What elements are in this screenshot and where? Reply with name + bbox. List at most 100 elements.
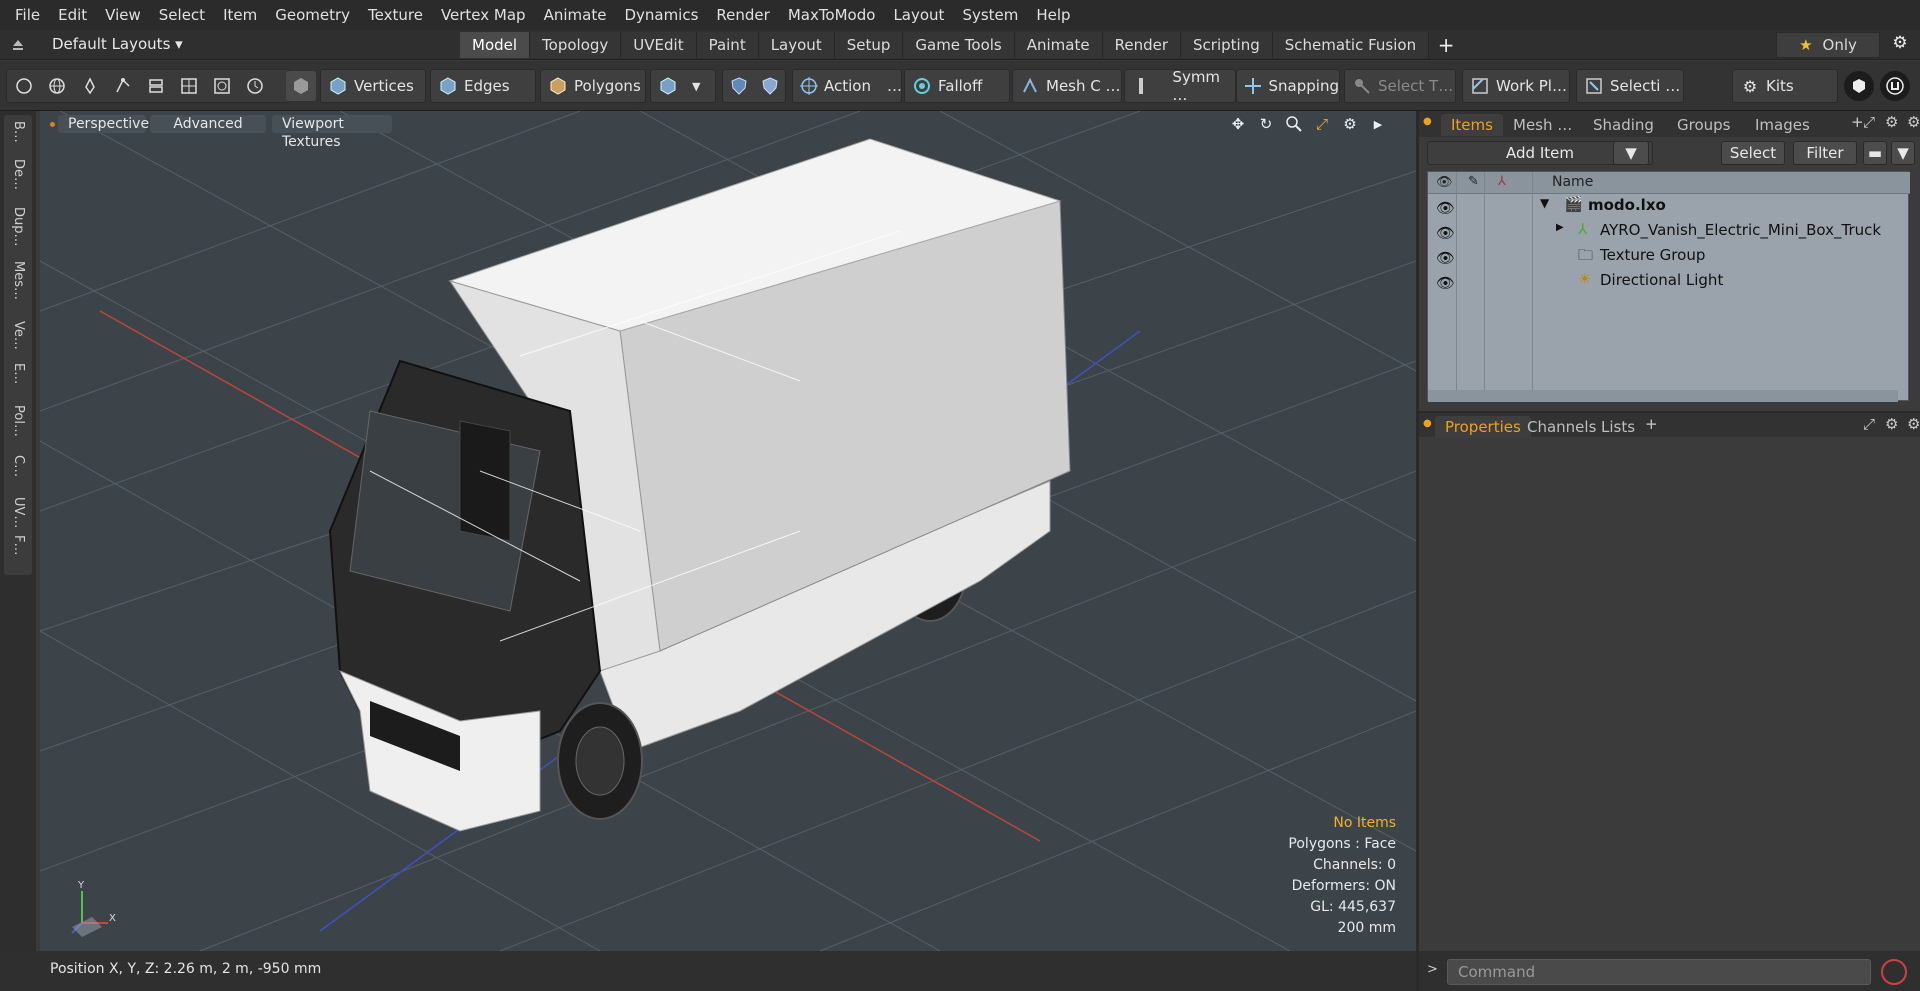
selection-sets-button[interactable]: Selecti … xyxy=(1576,69,1684,103)
falloff-button[interactable]: Falloff xyxy=(904,69,1010,103)
left-tab-mesh-edit[interactable]: Mes… xyxy=(4,261,32,300)
menu-help[interactable]: Help xyxy=(1027,0,1079,30)
expand-arrow-icon[interactable]: ▶ xyxy=(1556,222,1564,233)
type-column-icon[interactable]: ⅄ xyxy=(1498,174,1506,189)
collapse-icon[interactable]: ▬ xyxy=(1863,141,1887,165)
tab-lists[interactable]: Lists xyxy=(1591,416,1645,438)
menu-system[interactable]: System xyxy=(953,0,1027,30)
command-input[interactable]: Command xyxy=(1447,959,1871,985)
menu-item[interactable]: Item xyxy=(214,0,266,30)
left-tab-vertex[interactable]: Ve… xyxy=(4,321,32,350)
left-tab-fusion[interactable]: F… xyxy=(4,535,32,555)
list-item-scene[interactable]: 👁 ▼ 🎬 modo.lxo xyxy=(1428,194,1898,219)
left-tab-basic[interactable]: B… xyxy=(4,121,32,143)
select-through-button[interactable]: Select T… xyxy=(1344,69,1456,103)
only-button[interactable]: ★ Only xyxy=(1776,32,1880,58)
left-tab-uv[interactable]: UV… xyxy=(4,497,32,528)
tab-items[interactable]: Items xyxy=(1441,114,1503,136)
advanced-dropdown[interactable]: Advanced xyxy=(150,115,266,133)
panel-menu-dot-icon[interactable]: ● xyxy=(1423,116,1432,127)
properties-settings-icon[interactable]: ⚙ xyxy=(1907,415,1920,433)
visibility-column-eye-icon[interactable]: 👁 xyxy=(1436,175,1453,190)
item-mode-button[interactable] xyxy=(286,71,316,101)
viewport-gear-icon[interactable]: ⚙ xyxy=(1340,114,1360,134)
tab-scripting[interactable]: Scripting xyxy=(1181,32,1273,58)
panel-settings-icon[interactable]: ⚙ xyxy=(1907,113,1920,131)
tab-schematic-fusion[interactable]: Schematic Fusion xyxy=(1272,32,1430,58)
list-item-directional-light[interactable]: 👁 ☀ Directional Light xyxy=(1428,269,1898,294)
viewport-textures-dropdown[interactable]: Viewport Textures xyxy=(272,115,392,150)
work-plane-button[interactable]: Work Pl… xyxy=(1462,69,1570,103)
tab-groups[interactable]: Groups xyxy=(1667,114,1740,136)
add-properties-tab-icon[interactable]: + xyxy=(1645,415,1658,433)
frame-icon[interactable] xyxy=(211,75,233,97)
panel-gear-icon[interactable]: ⚙ xyxy=(1885,113,1898,131)
tab-uvedit[interactable]: UVEdit xyxy=(621,32,697,58)
shield-alt-icon[interactable] xyxy=(760,75,780,97)
properties-expand-icon[interactable]: ⤢ xyxy=(1863,415,1875,433)
menu-layout[interactable]: Layout xyxy=(884,0,953,30)
clock-icon[interactable] xyxy=(244,75,266,97)
visibility-eye-icon[interactable]: 👁 xyxy=(1436,249,1455,267)
menu-vertex-map[interactable]: Vertex Map xyxy=(432,0,535,30)
perspective-dropdown[interactable]: Perspective xyxy=(58,115,149,133)
menu-select[interactable]: Select xyxy=(150,0,214,30)
menu-dynamics[interactable]: Dynamics xyxy=(615,0,707,30)
shield-icon[interactable] xyxy=(729,75,749,97)
menu-file[interactable]: File xyxy=(6,0,49,30)
left-tab-duplicate[interactable]: Dup… xyxy=(4,207,32,247)
symmetry-button[interactable]: Symm … xyxy=(1124,68,1236,104)
lock-column-icon[interactable]: ✎ xyxy=(1468,174,1479,189)
viewport-scene[interactable] xyxy=(40,111,1416,951)
items-horizontal-scrollbar[interactable] xyxy=(1428,390,1898,402)
funnel-filter-icon[interactable]: ▼ xyxy=(1891,141,1915,165)
tab-shading[interactable]: Shading xyxy=(1583,114,1664,136)
pen-tool-icon[interactable] xyxy=(79,75,101,97)
expand-arrow-icon[interactable]: ▼ xyxy=(1540,196,1549,210)
menu-maxtomodo[interactable]: MaxToModo xyxy=(779,0,885,30)
move-view-icon[interactable]: ✥ xyxy=(1228,114,1248,134)
globe-icon[interactable] xyxy=(46,75,68,97)
tab-topology[interactable]: Topology xyxy=(530,32,622,58)
unreal-icon[interactable] xyxy=(1880,71,1910,101)
maximize-view-icon[interactable]: ⤢ xyxy=(1312,114,1332,134)
left-tab-deform[interactable]: De… xyxy=(4,159,32,190)
viewport-expand-arrow-icon[interactable]: ▶ xyxy=(1368,114,1388,134)
edges-button[interactable]: Edges xyxy=(430,69,536,103)
visibility-eye-icon[interactable]: 👁 xyxy=(1436,274,1455,292)
visibility-eye-icon[interactable]: 👁 xyxy=(1436,199,1455,217)
menu-view[interactable]: View xyxy=(96,0,150,30)
add-tab-button[interactable]: + xyxy=(1429,32,1463,58)
tab-render[interactable]: Render xyxy=(1102,32,1182,58)
polygons-button[interactable]: Polygons xyxy=(540,69,646,103)
left-tab-polygon[interactable]: Pol… xyxy=(4,405,32,437)
lasso-icon[interactable] xyxy=(112,75,134,97)
properties-menu-dot-icon[interactable]: ● xyxy=(1423,418,1432,429)
snapping-button[interactable]: Snapping xyxy=(1236,69,1340,103)
tab-paint[interactable]: Paint xyxy=(696,32,759,58)
add-panel-tab-icon[interactable]: + xyxy=(1851,113,1864,131)
zoom-view-icon[interactable] xyxy=(1284,114,1304,134)
rotate-view-icon[interactable]: ↻ xyxy=(1256,114,1276,134)
gear-icon[interactable]: ⚙ xyxy=(1886,33,1914,57)
layout-collapse-icon[interactable] xyxy=(10,36,26,54)
add-item-chevron-icon[interactable]: ▼ xyxy=(1613,141,1649,165)
tab-game-tools[interactable]: Game Tools xyxy=(903,32,1015,58)
default-layouts-dropdown[interactable]: Default Layouts ▾ xyxy=(52,35,183,53)
left-tab-curve[interactable]: C… xyxy=(4,455,32,477)
record-icon[interactable] xyxy=(1881,959,1907,985)
items-list[interactable]: 👁 ✎ ⅄ Name 👁 ▼ 🎬 modo.lxo 👁 ▶ ⅄ AYRO_Van… xyxy=(1427,171,1910,402)
menu-geometry[interactable]: Geometry xyxy=(266,0,359,30)
list-item-texture-group[interactable]: 👁 🗀 Texture Group xyxy=(1428,244,1898,269)
select-button[interactable]: Select xyxy=(1721,141,1785,165)
action-button[interactable]: Action … xyxy=(792,69,902,103)
menu-edit[interactable]: Edit xyxy=(49,0,96,30)
left-tab-edge[interactable]: E… xyxy=(4,363,32,384)
align-icon[interactable] xyxy=(145,75,167,97)
circle-select-icon[interactable] xyxy=(13,75,35,97)
tab-images[interactable]: Images xyxy=(1745,114,1820,136)
menu-animate[interactable]: Animate xyxy=(535,0,616,30)
filter-button[interactable]: Filter xyxy=(1793,141,1857,165)
3d-viewport[interactable]: Perspective Advanced Viewport Textures ✥… xyxy=(40,111,1416,951)
tab-setup[interactable]: Setup xyxy=(834,32,904,58)
